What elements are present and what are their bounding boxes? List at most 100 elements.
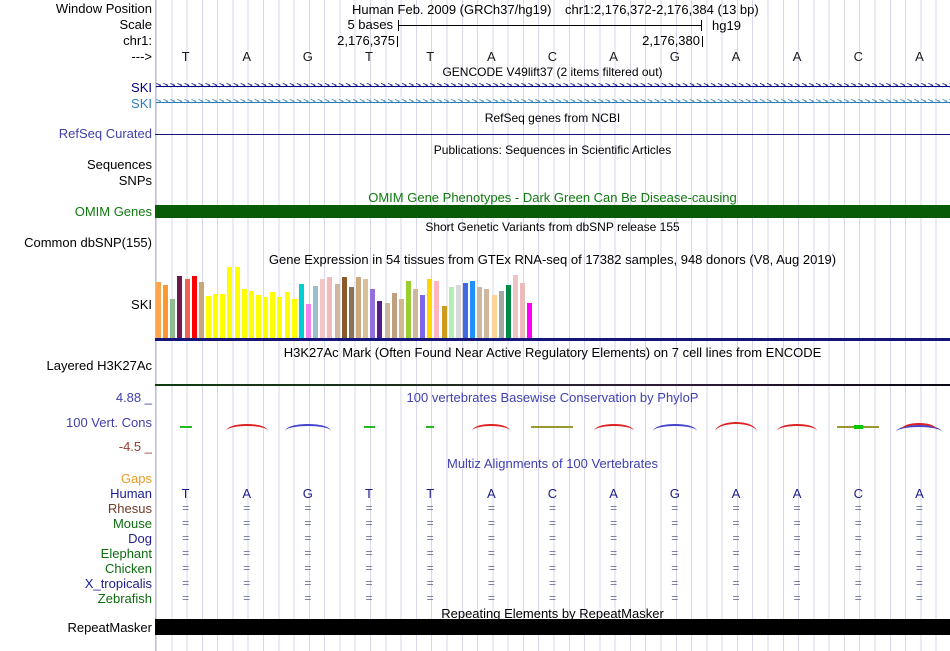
gtex-bar [170,299,175,339]
track-label-omim-genes[interactable]: OMIM Genes [0,205,152,218]
base-letter: A [705,50,766,64]
alignment-match: = [461,592,522,605]
gtex-bar [349,287,354,339]
gtex-bar [242,289,247,339]
base-letter: G [277,487,338,501]
omim-track-title: OMIM Gene Phenotypes - Dark Green Can Be… [155,191,950,204]
gtex-bar-chart[interactable] [156,267,556,339]
track-label-refseq-curated[interactable]: RefSeq Curated [0,127,152,140]
conservation-feature [583,421,644,433]
conservation-feature [767,421,828,433]
alignment-match: = [400,592,461,605]
repeatmasker-bar[interactable] [155,619,950,635]
track-label-ski-gencode-2[interactable]: SKI [0,97,152,110]
ski-transcript-row-2[interactable]: >>>>>>>>>>>>>>>>>>>>>>>>>>>>>>>>>>>>>>>>… [156,98,950,107]
gtex-bar [392,293,397,339]
ski-transcript-row-1[interactable]: >>>>>>>>>>>>>>>>>>>>>>>>>>>>>>>>>>>>>>>>… [156,82,950,91]
h3k27ac-signal-line[interactable] [155,384,950,386]
gtex-bar [199,282,204,339]
coordinate-right-label: 2,176,380 [460,34,700,47]
alignment-match: = [828,532,889,545]
alignment-match: = [216,517,277,530]
alignment-match: = [705,532,766,545]
gtex-bar [427,279,432,339]
refseq-gene-line[interactable] [155,134,950,135]
alignment-match: = [400,562,461,575]
alignment-match: = [400,532,461,545]
alignment-match: = [767,562,828,575]
track-label-layered-h3k27ac[interactable]: Layered H3K27Ac [0,359,152,372]
gtex-bar [277,297,282,339]
track-label-100-vert-cons[interactable]: 100 Vert. Cons [0,416,152,429]
track-label-mouse[interactable]: Mouse [0,517,152,530]
track-label-dog[interactable]: Dog [0,532,152,545]
alignment-match: = [583,592,644,605]
alignment-match: = [889,577,950,590]
alignment-match: = [461,547,522,560]
track-label-gaps[interactable]: Gaps [0,472,152,485]
alignment-match: = [705,547,766,560]
conservation-signal[interactable] [155,421,950,433]
conservation-feature [400,421,461,433]
base-letter: T [400,487,461,501]
gtex-bar [406,281,411,339]
gtex-bar [399,299,404,339]
track-label-common-dbsnp[interactable]: Common dbSNP(155) [0,236,152,249]
assembly-name: hg19 [712,18,741,33]
gtex-bar [356,277,361,339]
track-label-ski-gencode-1[interactable]: SKI [0,81,152,94]
gtex-bar [313,286,318,339]
track-label-repeatmasker[interactable]: RepeatMasker [0,621,152,634]
track-label-ski-gtex[interactable]: SKI [0,298,152,311]
alignment-match: = [400,517,461,530]
base-letter: A [889,50,950,64]
base-letter: A [216,487,277,501]
alignment-match: = [216,502,277,515]
alignment-match: = [644,517,705,530]
alignment-match: = [889,532,950,545]
track-label-x_tropicalis[interactable]: X_tropicalis [0,577,152,590]
gtex-bar [235,267,240,339]
gtex-bar [306,304,311,339]
track-label-sequences[interactable]: Sequences [0,158,152,171]
base-letter: T [400,50,461,64]
alignment-match: = [705,592,766,605]
gtex-bar [434,281,439,339]
alignment-match: = [216,577,277,590]
gtex-bar [520,283,525,339]
track-label-rhesus[interactable]: Rhesus [0,502,152,515]
alignment-match: = [277,547,338,560]
gtex-bar [177,276,182,339]
track-label-elephant[interactable]: Elephant [0,547,152,560]
alignment-match: = [338,562,399,575]
track-label-chicken[interactable]: Chicken [0,562,152,575]
conservation-feature [828,421,889,433]
scale-value-label: 5 bases [155,18,393,31]
alignment-match: = [277,532,338,545]
alignment-match: = [461,502,522,515]
alignment-match: = [522,502,583,515]
gtex-bar [220,294,225,339]
alignment-match: = [828,592,889,605]
alignment-match: = [400,577,461,590]
alignment-match: = [828,547,889,560]
alignment-match: = [338,517,399,530]
track-label-zebrafish[interactable]: Zebrafish [0,592,152,605]
conservation-feature [155,421,216,433]
alignment-match: = [155,562,216,575]
gtex-bar [513,275,518,339]
alignment-match: = [767,592,828,605]
alignment-match: = [705,562,766,575]
track-label-snps[interactable]: SNPs [0,174,152,187]
alignment-match: = [155,592,216,605]
alignment-match: = [889,592,950,605]
alignment-match: = [767,547,828,560]
track-label-human[interactable]: Human [0,487,152,500]
omim-gene-bar[interactable] [155,205,950,218]
gtex-bar [327,277,332,339]
conservation-feature [705,421,766,433]
alignment-match: = [338,547,399,560]
phylop-lower-limit: -4.5 _ [0,440,152,453]
gtex-bar [249,291,254,339]
alignment-match: = [644,532,705,545]
